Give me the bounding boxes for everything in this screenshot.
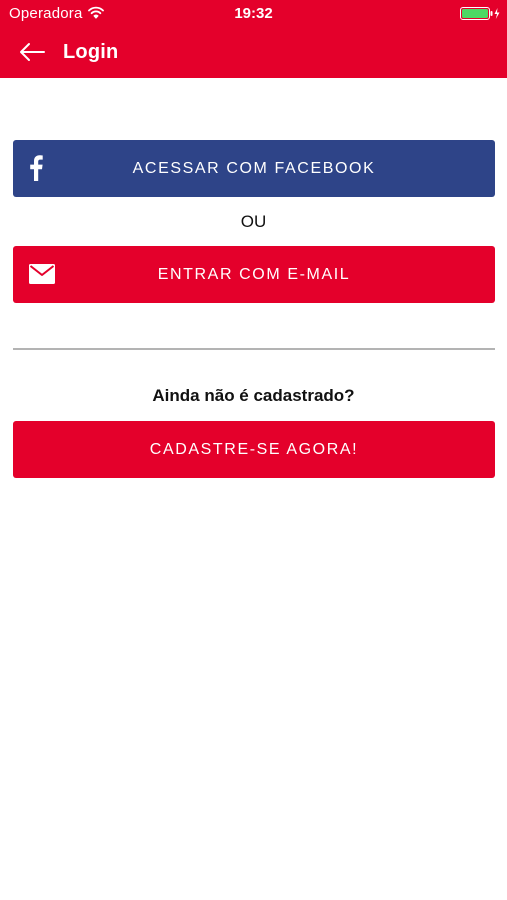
facebook-icon [30,155,43,181]
nav-bar: Login [0,30,507,76]
signup-question: Ainda não é cadastrado? [152,386,355,405]
facebook-login-label: ACESSAR COM FACEBOOK [132,159,376,177]
email-login-label: ENTRAR COM E-MAIL [157,265,351,283]
email-login-button[interactable]: ENTRAR COM E-MAIL [13,246,495,303]
app-header: Operadora 19:32 Login [0,0,507,78]
battery-charging-icon [460,7,500,20]
status-bar: Operadora 19:32 [0,0,507,28]
page-title: Login [63,41,119,63]
or-separator: OU [240,212,267,231]
facebook-login-button[interactable]: ACESSAR COM FACEBOOK [13,140,495,197]
divider [13,348,495,350]
arrow-left-icon[interactable] [18,40,46,64]
mail-icon [29,264,55,284]
status-time: 19:32 [234,5,273,22]
signup-button[interactable]: CADASTRE-SE AGORA! [13,421,495,478]
signup-label: CADASTRE-SE AGORA! [149,440,359,458]
